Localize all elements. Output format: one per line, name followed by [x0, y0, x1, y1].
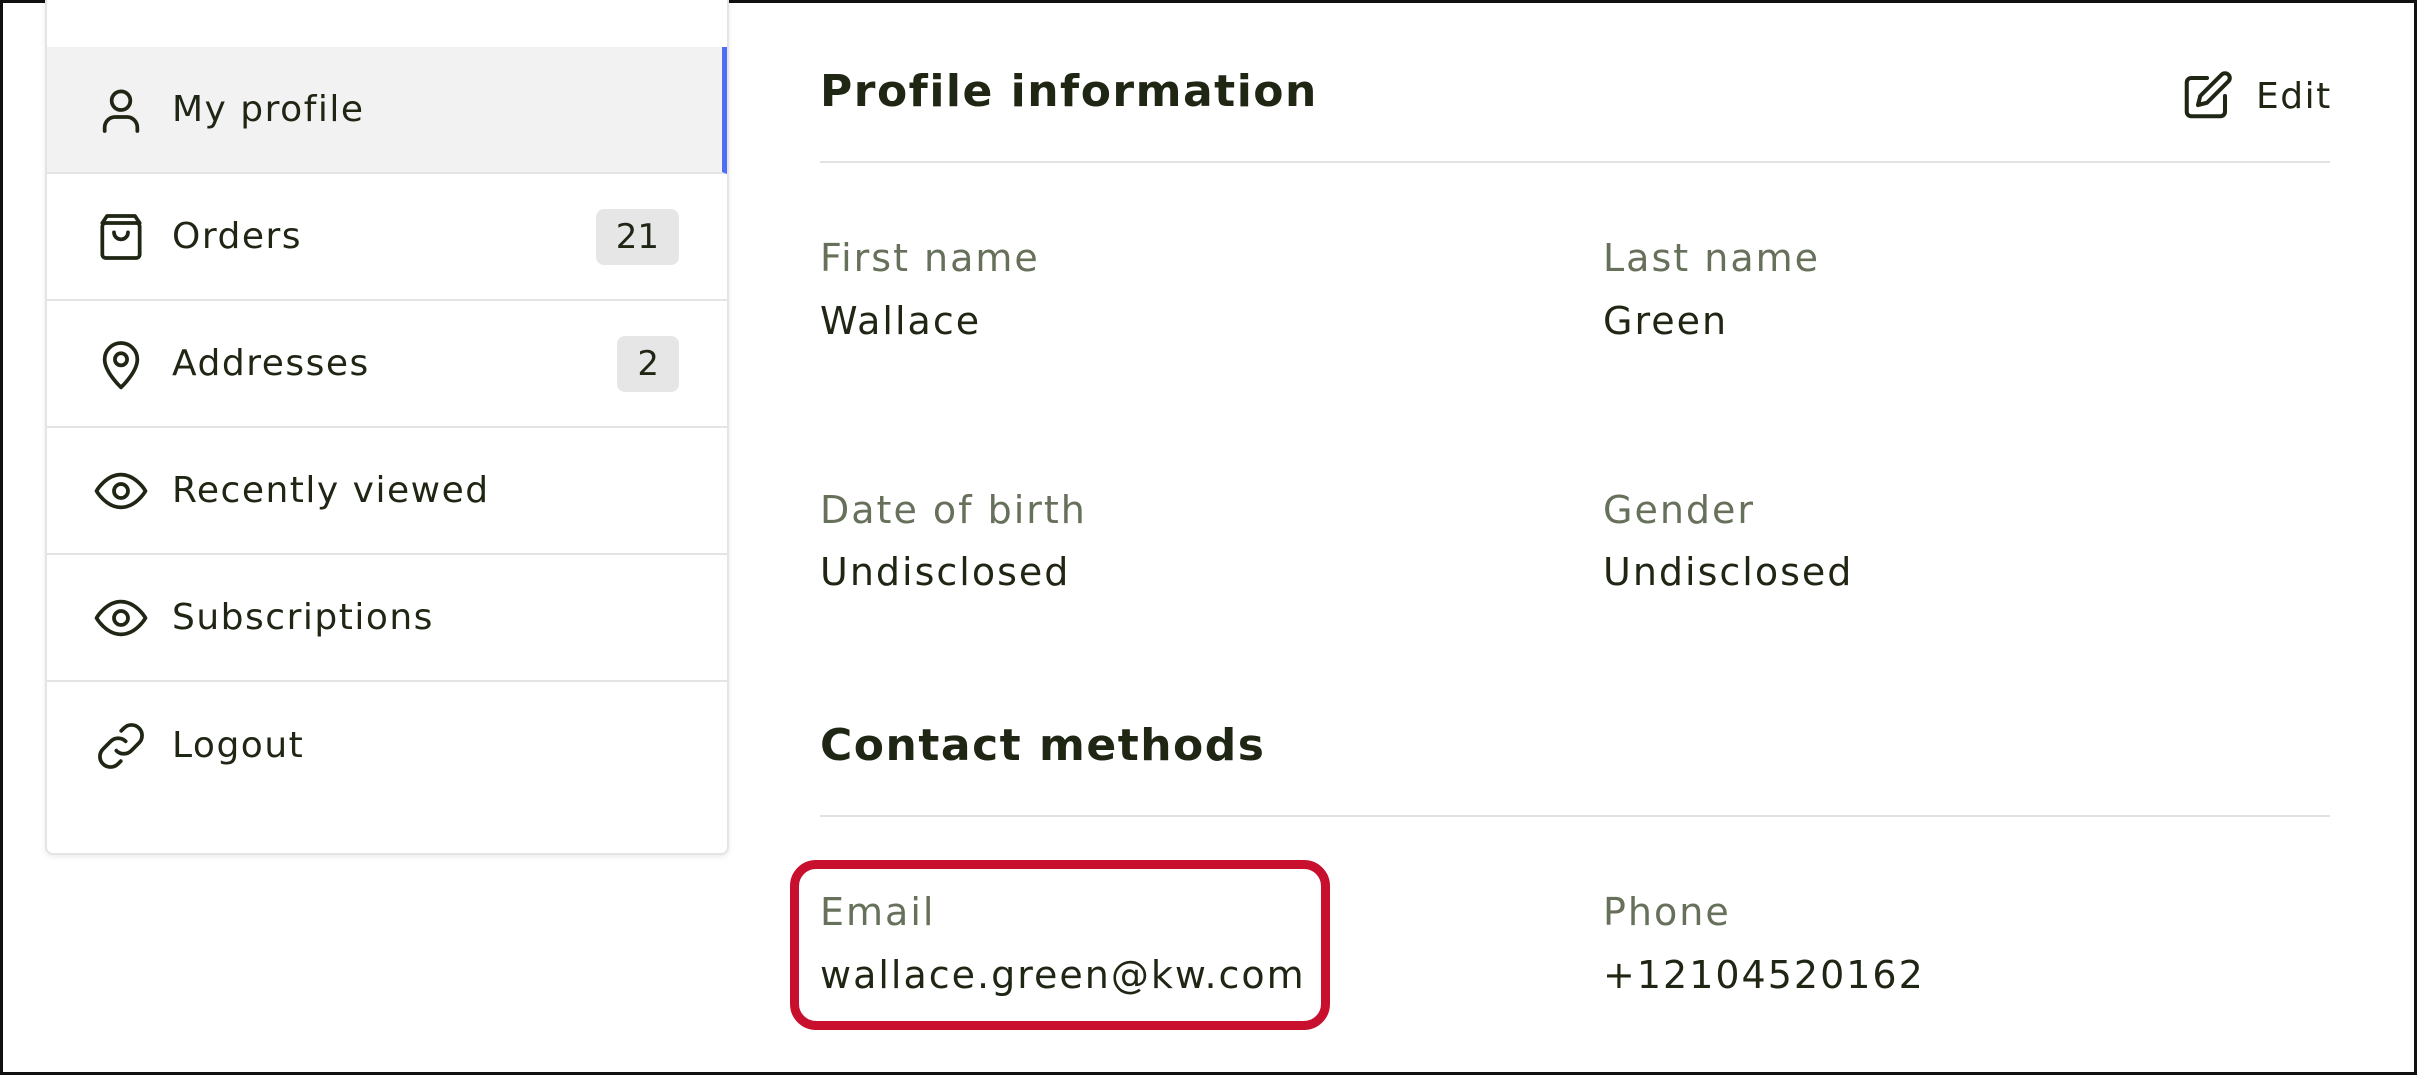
sidebar-item-logout[interactable]: Logout	[47, 682, 727, 809]
first-name-label: First name	[820, 236, 1040, 280]
sidebar-item-my-profile[interactable]: My profile	[47, 47, 727, 174]
email-highlight-annotation	[790, 860, 1330, 1030]
last-name-value: Green	[1603, 299, 1729, 343]
sidebar-item-label: Recently viewed	[172, 470, 490, 511]
map-pin-icon	[93, 336, 149, 392]
sidebar-item-subscriptions[interactable]: Subscriptions	[47, 555, 727, 682]
user-icon	[93, 82, 149, 138]
count-badge: 21	[595, 208, 679, 265]
section-divider	[820, 815, 2330, 817]
first-name-value: Wallace	[820, 299, 982, 343]
profile-information-title: Profile information	[820, 66, 1318, 117]
date-of-birth-value: Undisclosed	[820, 550, 1071, 594]
link-icon	[93, 718, 149, 774]
sidebar-item-label: My profile	[172, 89, 365, 130]
sidebar-item-label: Subscriptions	[172, 597, 434, 638]
contact-methods-title: Contact methods	[820, 720, 1266, 771]
eye-icon	[93, 463, 149, 519]
gender-value: Undisclosed	[1603, 550, 1854, 594]
sidebar-item-label: Addresses	[172, 343, 370, 384]
phone-label: Phone	[1603, 890, 1731, 934]
edit-profile-button[interactable]: Edit	[2180, 66, 2332, 126]
gender-label: Gender	[1603, 488, 1756, 532]
last-name-label: Last name	[1603, 236, 1820, 280]
phone-value: +12104520162	[1603, 953, 1925, 997]
account-sidebar: My profile Orders 21 Addresses 2 Recentl…	[45, 0, 729, 855]
eye-icon	[93, 590, 149, 646]
edit-label: Edit	[2256, 75, 2332, 117]
shopping-bag-icon	[93, 209, 149, 265]
sidebar-item-label: Logout	[172, 725, 305, 766]
sidebar-item-orders[interactable]: Orders 21	[47, 174, 727, 301]
section-divider	[820, 161, 2330, 163]
count-badge: 2	[617, 335, 679, 392]
edit-icon	[2184, 71, 2232, 119]
sidebar-item-addresses[interactable]: Addresses 2	[47, 301, 727, 428]
date-of-birth-label: Date of birth	[820, 488, 1087, 532]
sidebar-item-label: Orders	[172, 216, 303, 257]
sidebar-item-recently-viewed[interactable]: Recently viewed	[47, 428, 727, 555]
